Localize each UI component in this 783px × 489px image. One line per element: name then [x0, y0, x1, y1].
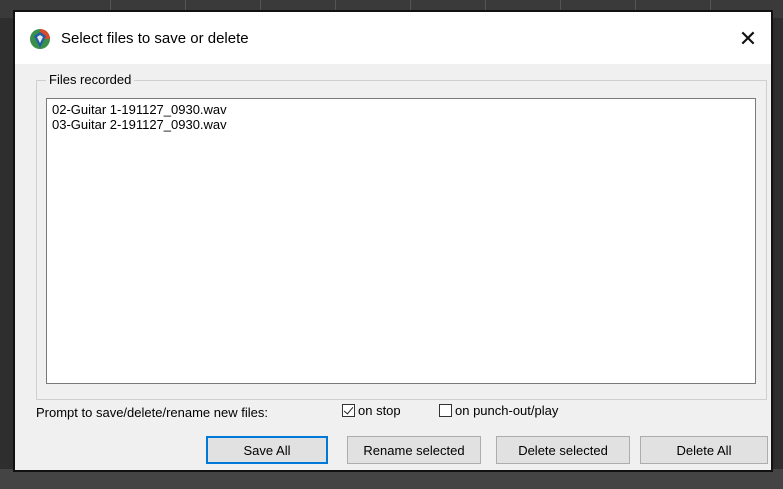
list-item[interactable]: 02-Guitar 1-191127_0930.wav [52, 102, 750, 117]
on-stop-checkbox[interactable]: on stop [342, 403, 401, 418]
dialog-titlebar: Select files to save or delete ✕ [15, 12, 771, 64]
background-window-right [775, 0, 783, 489]
dialog-title: Select files to save or delete [61, 30, 249, 47]
list-item[interactable]: 03-Guitar 2-191127_0930.wav [52, 117, 750, 132]
checkbox-checked-icon[interactable] [342, 404, 355, 417]
on-stop-label: on stop [358, 403, 401, 418]
checkbox-unchecked-icon[interactable] [439, 404, 452, 417]
on-punch-out-checkbox[interactable]: on punch-out/play [439, 403, 558, 418]
on-punch-out-label: on punch-out/play [455, 403, 559, 418]
save-all-button[interactable]: Save All [206, 436, 328, 464]
delete-all-button[interactable]: Delete All [640, 436, 768, 464]
background-window-left [0, 0, 14, 489]
delete-selected-button[interactable]: Delete selected [496, 436, 630, 464]
files-listbox[interactable]: 02-Guitar 1-191127_0930.wav 03-Guitar 2-… [46, 98, 756, 384]
background-window-bottom [0, 469, 783, 489]
prompt-label: Prompt to save/delete/rename new files: [36, 405, 268, 420]
close-button[interactable]: ✕ [731, 24, 765, 54]
close-icon: ✕ [738, 26, 758, 51]
reaper-app-icon [29, 28, 51, 50]
files-recorded-label: Files recorded [46, 72, 135, 87]
rename-selected-button[interactable]: Rename selected [347, 436, 481, 464]
select-files-dialog: Select files to save or delete ✕ Files r… [13, 10, 773, 472]
